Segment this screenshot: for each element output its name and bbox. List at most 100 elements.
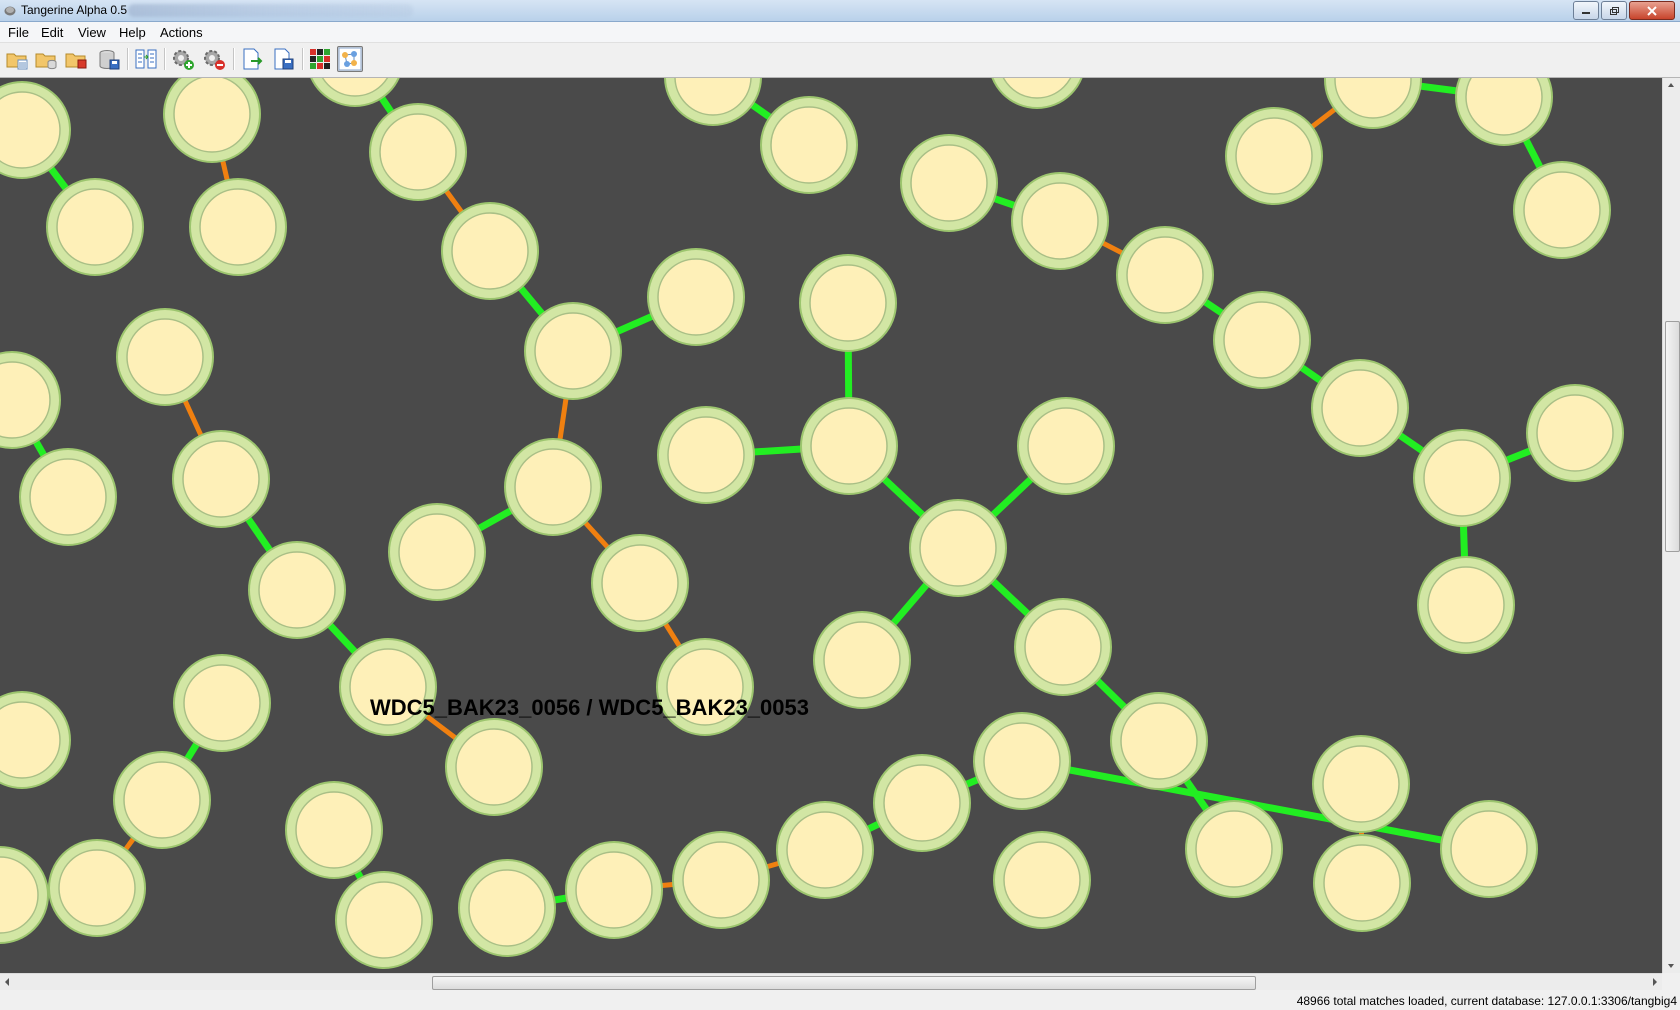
heatmap-view-icon xyxy=(310,49,330,69)
graph-node[interactable] xyxy=(524,302,622,400)
graph-node[interactable] xyxy=(1311,359,1409,457)
scroll-left-icon[interactable] xyxy=(0,974,14,990)
graph-node[interactable] xyxy=(1313,834,1411,932)
graph-nodes xyxy=(0,78,1624,969)
graph-node[interactable] xyxy=(285,781,383,879)
scroll-down-icon[interactable] xyxy=(1663,959,1679,973)
graph-node[interactable] xyxy=(335,871,433,969)
graph-node[interactable] xyxy=(1213,291,1311,389)
graph-node[interactable] xyxy=(441,202,539,300)
graph-node[interactable] xyxy=(672,831,770,929)
open-button[interactable] xyxy=(4,46,30,72)
status-bar: 48966 total matches loaded, current data… xyxy=(0,990,1680,1010)
graph-node[interactable] xyxy=(1185,800,1283,898)
graph-node[interactable] xyxy=(647,248,745,346)
toolbar xyxy=(0,43,1680,78)
graph-node[interactable] xyxy=(0,81,71,179)
graph-node[interactable] xyxy=(657,406,755,504)
close-button[interactable] xyxy=(1629,1,1675,20)
vertical-scroll-thumb[interactable] xyxy=(1665,321,1680,552)
graph-node[interactable] xyxy=(163,78,261,163)
graph-node[interactable] xyxy=(46,178,144,276)
status-text: 48966 total matches loaded, current data… xyxy=(1296,994,1677,1008)
menu-file[interactable]: File xyxy=(8,25,29,40)
graph-node[interactable] xyxy=(339,638,437,736)
graph-node[interactable] xyxy=(445,718,543,816)
gear-remove-icon xyxy=(204,50,225,70)
graph-node[interactable] xyxy=(458,859,556,957)
graph-node[interactable] xyxy=(873,754,971,852)
graph-node[interactable] xyxy=(113,751,211,849)
graph-node[interactable] xyxy=(0,846,49,944)
graph-node[interactable] xyxy=(189,178,287,276)
graph-node[interactable] xyxy=(1413,429,1511,527)
horizontal-scroll-thumb[interactable] xyxy=(432,976,1256,990)
graph-view-button[interactable] xyxy=(337,46,363,72)
menu-view[interactable]: View xyxy=(78,25,106,40)
open-database-button[interactable] xyxy=(33,46,59,72)
graph-node[interactable] xyxy=(813,611,911,709)
graph-node[interactable] xyxy=(776,801,874,899)
graph-node[interactable] xyxy=(1110,692,1208,790)
horizontal-scrollbar[interactable] xyxy=(0,973,1662,990)
heatmap-view-button[interactable] xyxy=(307,46,333,72)
graph-node[interactable] xyxy=(173,654,271,752)
graph-node[interactable] xyxy=(973,712,1071,810)
graph-node[interactable] xyxy=(369,103,467,201)
graph-node[interactable] xyxy=(1116,226,1214,324)
scroll-right-icon[interactable] xyxy=(1648,974,1662,990)
graph-node[interactable] xyxy=(1225,107,1323,205)
graph-node[interactable] xyxy=(388,503,486,601)
graph-node[interactable] xyxy=(656,638,754,736)
compare-button[interactable] xyxy=(133,46,159,72)
graph-node[interactable] xyxy=(993,831,1091,929)
graph-node[interactable] xyxy=(19,448,117,546)
graph-node[interactable] xyxy=(760,96,858,194)
graph-node[interactable] xyxy=(172,430,270,528)
graph-node[interactable] xyxy=(1526,384,1624,482)
graph-node[interactable] xyxy=(900,134,998,232)
restore-icon xyxy=(1610,6,1619,15)
graph-node[interactable] xyxy=(1455,78,1553,146)
menu-edit[interactable]: Edit xyxy=(41,25,63,40)
graph-node[interactable] xyxy=(909,499,1007,597)
graph-node[interactable] xyxy=(565,841,663,939)
export-button[interactable] xyxy=(239,46,265,72)
maximize-button[interactable] xyxy=(1601,1,1627,20)
graph-node[interactable] xyxy=(664,78,762,126)
graph-node[interactable] xyxy=(1324,78,1422,129)
graph-node[interactable] xyxy=(307,78,403,107)
graph-node[interactable] xyxy=(504,438,602,536)
graph-node[interactable] xyxy=(1417,556,1515,654)
scroll-up-icon[interactable] xyxy=(1663,78,1679,92)
graph-node[interactable] xyxy=(0,351,61,449)
graph-node[interactable] xyxy=(1440,800,1538,898)
save-button[interactable] xyxy=(270,46,296,72)
vertical-scrollbar[interactable] xyxy=(1662,78,1680,973)
graph-canvas[interactable]: WDC5_BAK23_0056 / WDC5_BAK23_0053 xyxy=(0,78,1662,973)
graph-node[interactable] xyxy=(0,691,71,789)
save-database-button[interactable] xyxy=(96,46,122,72)
graph-node[interactable] xyxy=(1011,172,1109,270)
menu-actions[interactable]: Actions xyxy=(160,25,203,40)
graph-node[interactable] xyxy=(1312,735,1410,833)
graph-node[interactable] xyxy=(248,541,346,639)
toolbar-separator xyxy=(127,48,129,70)
minimize-icon xyxy=(1582,11,1590,14)
graph-node[interactable] xyxy=(1513,161,1611,259)
graph-node[interactable] xyxy=(591,534,689,632)
graph-node[interactable] xyxy=(800,397,898,495)
minimize-button[interactable] xyxy=(1573,1,1599,20)
graph-node[interactable] xyxy=(799,254,897,352)
add-settings-button[interactable] xyxy=(170,46,196,72)
graph-node[interactable] xyxy=(1014,598,1112,696)
graph-node[interactable] xyxy=(1017,397,1115,495)
graph-node[interactable] xyxy=(48,839,146,937)
menu-help[interactable]: Help xyxy=(119,25,146,40)
close-database-button[interactable] xyxy=(63,46,89,72)
save-document-icon xyxy=(274,48,294,70)
graph-node[interactable] xyxy=(989,78,1085,109)
match-graph[interactable]: WDC5_BAK23_0056 / WDC5_BAK23_0053 xyxy=(0,78,1662,973)
graph-node[interactable] xyxy=(116,308,214,406)
remove-settings-button[interactable] xyxy=(201,46,227,72)
